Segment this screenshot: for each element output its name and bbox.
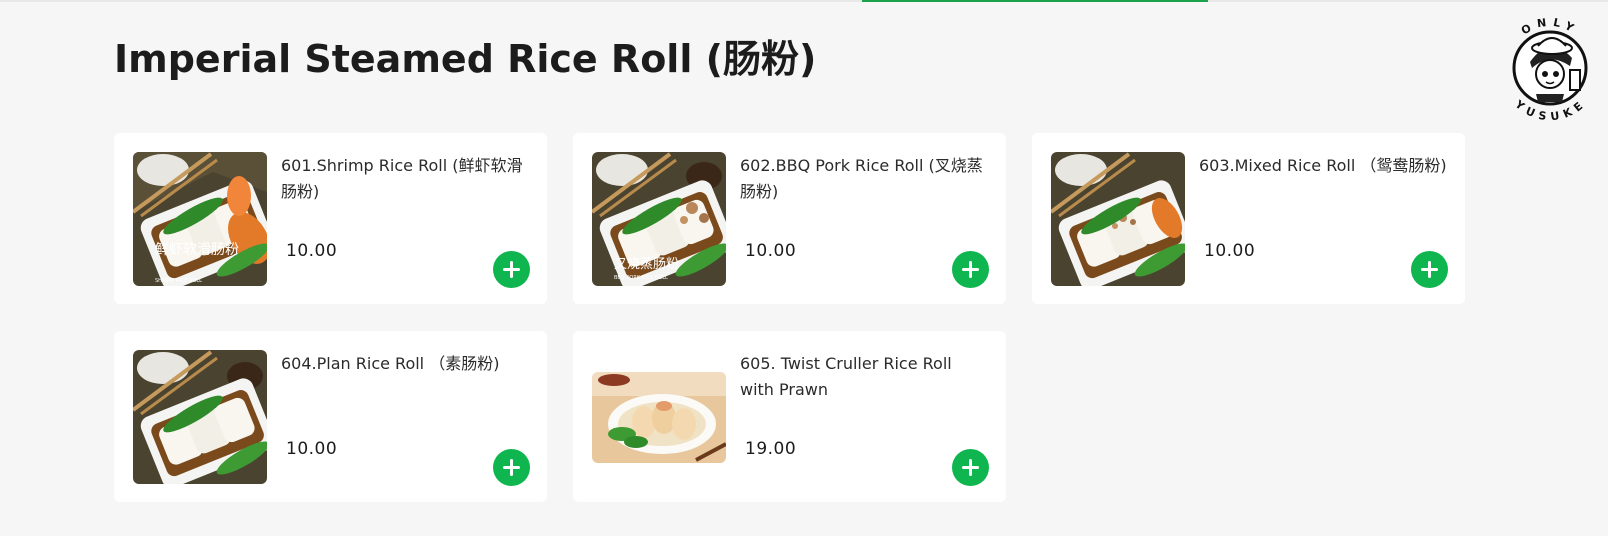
item-price: 10.00 [1204, 241, 1256, 261]
item-image[interactable]: 鲜虾软滑肠粉 SHRIMP RICE ROLL [133, 152, 267, 286]
plus-icon [962, 261, 979, 278]
item-price: 19.00 [745, 439, 797, 459]
item-price: 10.00 [286, 241, 338, 261]
menu-item-card[interactable]: 603.Mixed Rice Roll （鸳鸯肠粉) 10.00 [1032, 133, 1465, 304]
image-subcaption: BBQ PORK RICE ROLL [614, 275, 668, 281]
item-image[interactable] [133, 350, 267, 484]
category-title: Imperial Steamed Rice Roll (肠粉) [114, 37, 817, 81]
image-caption: 叉烧蒸肠粉 [614, 257, 679, 272]
plus-icon [503, 459, 520, 476]
menu-item-card[interactable]: 鲜虾软滑肠粉 SHRIMP RICE ROLL 601.Shrimp Rice … [114, 133, 547, 304]
plus-icon [503, 261, 520, 278]
item-name[interactable]: 602.BBQ Pork Rice Roll (叉烧蒸肠粉) [740, 153, 990, 205]
brand-logo: ONLY YUSUKE [1496, 8, 1604, 123]
menu-item-card[interactable]: 604.Plan Rice Roll （素肠粉) 10.00 [114, 331, 547, 502]
item-image[interactable] [592, 372, 726, 463]
item-image[interactable] [1051, 152, 1185, 286]
item-image[interactable]: 叉烧蒸肠粉 BBQ PORK RICE ROLL [592, 152, 726, 286]
menu-item-card[interactable]: 叉烧蒸肠粉 BBQ PORK RICE ROLL 602.BBQ Pork Ri… [573, 133, 1006, 304]
item-price: 10.00 [745, 241, 797, 261]
item-name[interactable]: 603.Mixed Rice Roll （鸳鸯肠粉) [1199, 153, 1449, 179]
add-to-cart-button[interactable] [493, 251, 530, 288]
menu-item-card[interactable]: 605. Twist Cruller Rice Roll with Prawn … [573, 331, 1006, 502]
add-to-cart-button[interactable] [1411, 251, 1448, 288]
add-to-cart-button[interactable] [952, 251, 989, 288]
item-name[interactable]: 601.Shrimp Rice Roll (鲜虾软滑肠粉) [281, 153, 531, 205]
active-tab-indicator [862, 0, 1208, 2]
image-subcaption: SHRIMP RICE ROLL [155, 278, 202, 284]
add-to-cart-button[interactable] [493, 449, 530, 486]
top-tab-bar [0, 0, 1608, 2]
add-to-cart-button[interactable] [952, 449, 989, 486]
item-name[interactable]: 605. Twist Cruller Rice Roll with Prawn [740, 351, 990, 403]
plus-icon [962, 459, 979, 476]
item-price: 10.00 [286, 439, 338, 459]
plus-icon [1421, 261, 1438, 278]
item-name[interactable]: 604.Plan Rice Roll （素肠粉) [281, 351, 531, 377]
image-caption: 鲜虾软滑肠粉 [155, 241, 239, 258]
